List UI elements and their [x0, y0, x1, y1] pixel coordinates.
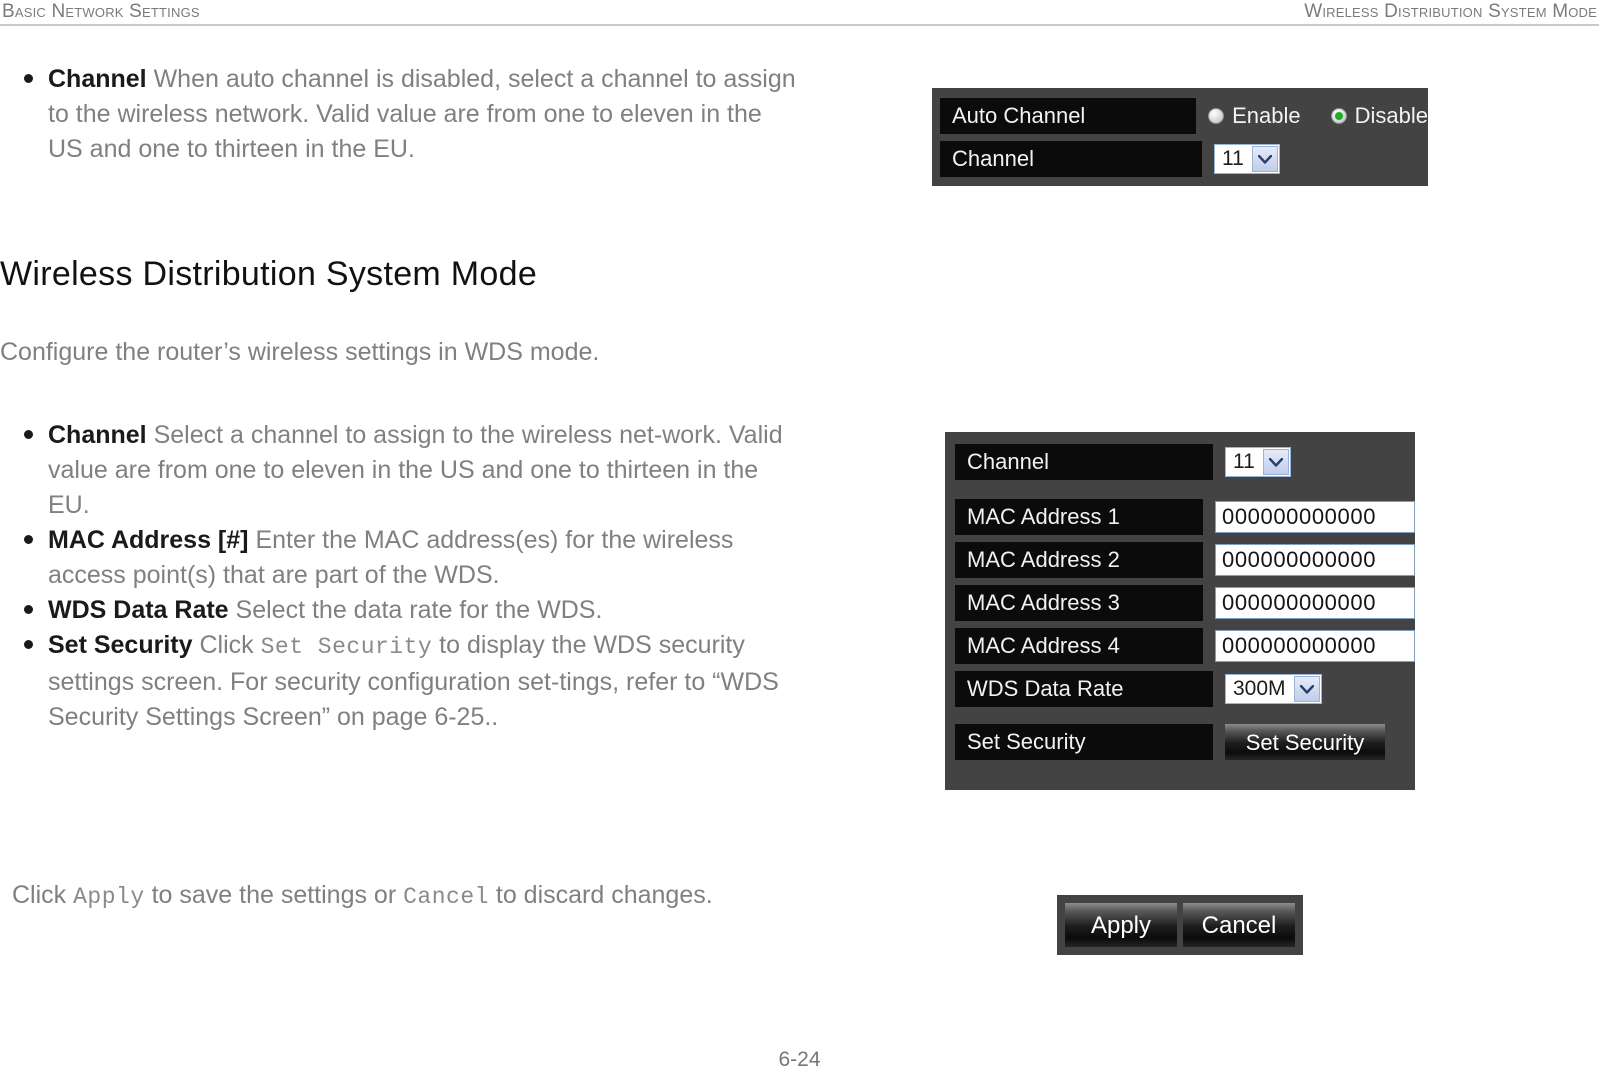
- bullet-term: Channel: [48, 65, 147, 93]
- list-item: MAC Address [#] Enter the MAC address(es…: [0, 523, 800, 593]
- bullet-dot-icon: [24, 74, 33, 83]
- channel-control: 11: [1214, 144, 1280, 174]
- radio-disable-label: Disable: [1354, 103, 1428, 128]
- mac-address-1-row: MAC Address 1 000000000000: [955, 499, 1415, 535]
- auto-channel-row: Auto Channel Enable Disable: [940, 98, 1428, 134]
- wds-bullet-list: Channel Select a channel to assign to th…: [0, 418, 800, 735]
- mac-address-2-input[interactable]: 000000000000: [1215, 544, 1415, 576]
- header-divider: [0, 24, 1599, 26]
- channel-select[interactable]: 11: [1214, 144, 1280, 174]
- wds-channel-select-value: 11: [1233, 450, 1255, 473]
- closing-text-pre: Click: [12, 881, 74, 909]
- page-running-header: Basic Network Settings Wireless Distribu…: [0, 0, 1599, 26]
- set-security-row: Set Security Set Security: [955, 724, 1415, 760]
- bullet-description: When auto channel is disabled, select a …: [48, 65, 796, 163]
- closing-paragraph: Click Apply to save the settings or Canc…: [12, 878, 772, 915]
- wds-channel-row: Channel 11: [955, 444, 1415, 480]
- mac-address-3-control: 000000000000: [1215, 587, 1415, 619]
- page-number: 6-24: [778, 1048, 821, 1071]
- chevron-down-icon[interactable]: [1262, 449, 1289, 475]
- top-bullet-list-container: Channel When auto channel is disabled, s…: [0, 62, 800, 167]
- mac-address-4-control: 000000000000: [1215, 630, 1415, 662]
- radio-enable-label: Enable: [1232, 103, 1301, 128]
- inline-code-apply: Apply: [73, 884, 145, 910]
- mac-address-1-input[interactable]: 000000000000: [1215, 501, 1415, 533]
- channel-label: Channel: [940, 141, 1202, 177]
- page-title: Wireless Distribution System Mode: [0, 255, 538, 293]
- mac-address-1-label: MAC Address 1: [955, 499, 1203, 535]
- mac-address-4-input[interactable]: 000000000000: [1215, 630, 1415, 662]
- list-item: Channel When auto channel is disabled, s…: [0, 62, 800, 167]
- list-item: WDS Data Rate Select the data rate for t…: [0, 593, 800, 628]
- bullet-description-pre: Click: [192, 631, 261, 659]
- top-bullet-list: Channel When auto channel is disabled, s…: [0, 62, 800, 167]
- chevron-down-icon[interactable]: [1293, 676, 1320, 702]
- bullet-term: MAC Address [#]: [48, 526, 249, 554]
- mac-address-2-label: MAC Address 2: [955, 542, 1203, 578]
- channel-row: Channel 11: [940, 141, 1428, 177]
- radio-disable[interactable]: Disable: [1330, 103, 1428, 129]
- wds-data-rate-select[interactable]: 300M: [1225, 674, 1322, 704]
- mac-address-4-row: MAC Address 4 000000000000: [955, 628, 1415, 664]
- mac-address-3-row: MAC Address 3 000000000000: [955, 585, 1415, 621]
- channel-select-value: 11: [1222, 147, 1244, 170]
- apply-button[interactable]: Apply: [1065, 903, 1177, 947]
- wds-channel-control: 11: [1225, 447, 1291, 477]
- list-item: Channel Select a channel to assign to th…: [0, 418, 800, 523]
- wds-channel-label: Channel: [955, 444, 1213, 480]
- bullet-description: Select the data rate for the WDS.: [228, 596, 603, 624]
- form-action-bar: Apply Cancel: [1057, 895, 1303, 955]
- closing-text-mid: to save the settings or: [144, 881, 404, 909]
- wds-data-rate-control: 300M: [1225, 674, 1322, 704]
- radio-enable[interactable]: Enable: [1208, 103, 1301, 129]
- inline-code-set-security: Set Security: [260, 634, 433, 660]
- radio-checked-icon[interactable]: [1330, 108, 1347, 124]
- set-security-control: Set Security: [1225, 724, 1385, 760]
- radio-unchecked-icon[interactable]: [1208, 108, 1225, 124]
- chevron-down-icon[interactable]: [1251, 146, 1278, 172]
- mac-address-2-row: MAC Address 2 000000000000: [955, 542, 1415, 578]
- wds-data-rate-row: WDS Data Rate 300M: [955, 671, 1415, 707]
- set-security-button[interactable]: Set Security: [1225, 724, 1385, 760]
- wds-data-rate-label: WDS Data Rate: [955, 671, 1213, 707]
- bullet-dot-icon: [24, 640, 33, 649]
- auto-channel-control: Enable Disable: [1208, 103, 1428, 129]
- set-security-label: Set Security: [955, 724, 1213, 760]
- auto-channel-label: Auto Channel: [940, 98, 1197, 134]
- bullet-dot-icon: [24, 430, 33, 439]
- closing-text-post: to discard changes.: [488, 881, 713, 909]
- wds-channel-select[interactable]: 11: [1225, 447, 1291, 477]
- mac-address-3-label: MAC Address 3: [955, 585, 1203, 621]
- mac-address-4-label: MAC Address 4: [955, 628, 1203, 664]
- mac-address-3-input[interactable]: 000000000000: [1215, 587, 1415, 619]
- bullet-dot-icon: [24, 605, 33, 614]
- mac-address-1-control: 000000000000: [1215, 501, 1415, 533]
- bullet-term: WDS Data Rate: [48, 596, 229, 624]
- mac-address-2-control: 000000000000: [1215, 544, 1415, 576]
- header-right-title: Wireless Distribution System Mode: [1304, 1, 1597, 22]
- wds-settings-panel: Channel 11 MAC Address 1 000000000000 MA…: [945, 432, 1415, 790]
- inline-code-cancel: Cancel: [403, 884, 489, 910]
- cancel-button[interactable]: Cancel: [1183, 903, 1295, 947]
- auto-channel-settings-panel: Auto Channel Enable Disable Channel 11: [932, 88, 1428, 186]
- section-intro-paragraph: Configure the router’s wireless settings…: [0, 338, 600, 366]
- bullet-term: Channel: [48, 421, 147, 449]
- auto-channel-radio-group: Enable Disable: [1208, 103, 1428, 129]
- list-item: Set Security Click Set Security to displ…: [0, 628, 800, 735]
- header-left-title: Basic Network Settings: [2, 1, 200, 22]
- bullet-description: Select a channel to assign to the wirele…: [48, 421, 783, 519]
- bullet-term: Set Security: [48, 631, 193, 659]
- wds-data-rate-select-value: 300M: [1233, 677, 1286, 700]
- bullet-dot-icon: [24, 535, 33, 544]
